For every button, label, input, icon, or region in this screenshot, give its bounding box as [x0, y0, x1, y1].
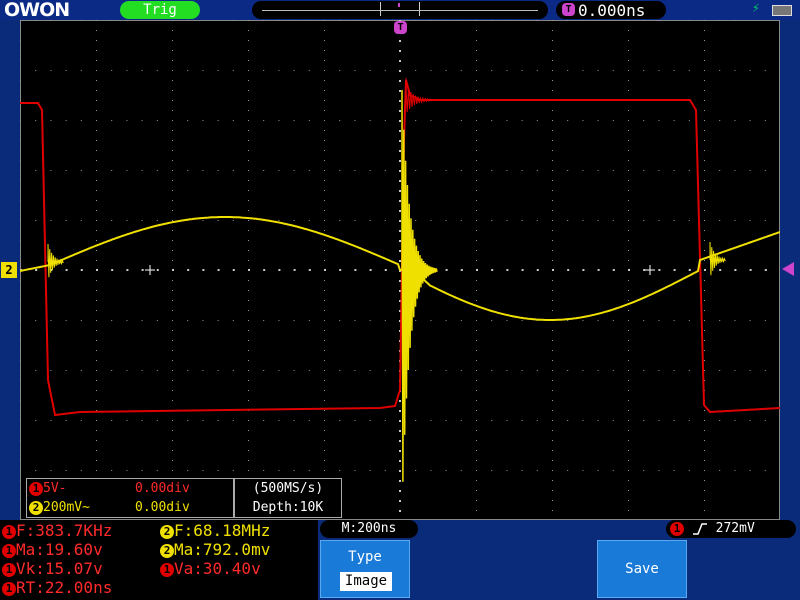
sample-rate: (500MS/s): [252, 481, 324, 496]
ch1-ringing: [405, 78, 441, 113]
ch1-badge: 1: [160, 562, 174, 577]
trigger-position-icon[interactable]: T: [394, 21, 407, 34]
trigger-delay-icon: T: [562, 3, 575, 16]
trigger-level-value: 272mV: [715, 521, 755, 536]
ch1-offset: 0.00div: [135, 481, 190, 496]
measurement-item: 2 F:68.18MHz: [160, 521, 270, 540]
measurement-value: F:68.18MHz: [174, 521, 271, 540]
measurement-value: F:383.7KHz: [16, 521, 113, 540]
memory-view-window[interactable]: [380, 2, 420, 16]
brand-logo: OWON: [4, 0, 70, 21]
memory-depth: Depth:10K: [252, 500, 324, 515]
memory-trigger-mark: [398, 3, 400, 7]
trigger-source-badge: 1: [670, 521, 684, 536]
cursor-cross: [645, 265, 655, 275]
timebase-display[interactable]: M:200ns: [320, 520, 418, 538]
ch1-badge: 1: [2, 524, 16, 539]
ch1-badge: 1: [2, 581, 16, 596]
measurement-item: 1 Va:30.40v: [160, 559, 261, 578]
ch1-badge: 1: [2, 543, 16, 558]
ch2-ground-marker[interactable]: 2: [1, 262, 17, 278]
ch2-edge-noise: [47, 243, 64, 278]
ch2-badge: 2: [160, 543, 174, 558]
ch2-info-row[interactable]: 2 200mV~ 0.00div: [29, 499, 233, 517]
channel-info-panel: 1 5V- 0.00div 2 200mV~ 0.00div: [26, 478, 234, 518]
measurement-item: 1 Ma:19.60v: [2, 540, 103, 559]
acquisition-info-panel: (500MS/s) Depth:10K: [234, 478, 342, 518]
trigger-delay-value: 0.000ns: [578, 1, 646, 20]
type-menu-label: Type: [348, 549, 382, 565]
usb-icon: ⚡: [752, 1, 760, 16]
measurement-item: 2 Ma:792.0mv: [160, 540, 270, 559]
measurement-item: 1 F:383.7KHz: [2, 521, 112, 540]
ch1-scale: 5V-: [43, 481, 67, 496]
measurement-item: 1 Vk:15.07v: [2, 559, 103, 578]
measurement-value: Vk:15.07v: [16, 559, 103, 578]
waveform-grid: [20, 20, 780, 520]
ch2-offset: 0.00div: [135, 500, 190, 515]
measurement-item: 1 RT:22.00ns: [2, 578, 112, 597]
ch2-waveform: [20, 216, 780, 321]
ch1-badge: 1: [29, 481, 43, 496]
trigger-status-indicator: Trig: [120, 1, 200, 19]
trigger-info-display[interactable]: 1 272mV: [666, 520, 796, 538]
measurement-value: RT:22.00ns: [16, 578, 113, 597]
ch1-badge: 1: [2, 562, 16, 577]
battery-icon: [772, 5, 792, 16]
measurement-value: Ma:19.60v: [16, 540, 103, 559]
measurement-value: Ma:792.0mv: [174, 540, 271, 559]
rising-edge-icon: [692, 522, 707, 535]
ch2-edge-noise: [709, 241, 726, 276]
type-menu-value: Image: [340, 572, 392, 591]
save-button[interactable]: Save: [597, 540, 687, 598]
cursor-cross: [145, 265, 155, 275]
type-menu-button[interactable]: Type Image: [320, 540, 410, 598]
ch2-badge: 2: [160, 524, 174, 539]
ch1-info-row[interactable]: 1 5V- 0.00div: [29, 480, 233, 498]
ch2-scale: 200mV~: [43, 500, 90, 515]
ch2-badge: 2: [29, 500, 43, 515]
trigger-level-marker[interactable]: [782, 262, 794, 276]
measurement-value: Va:30.40v: [174, 559, 261, 578]
